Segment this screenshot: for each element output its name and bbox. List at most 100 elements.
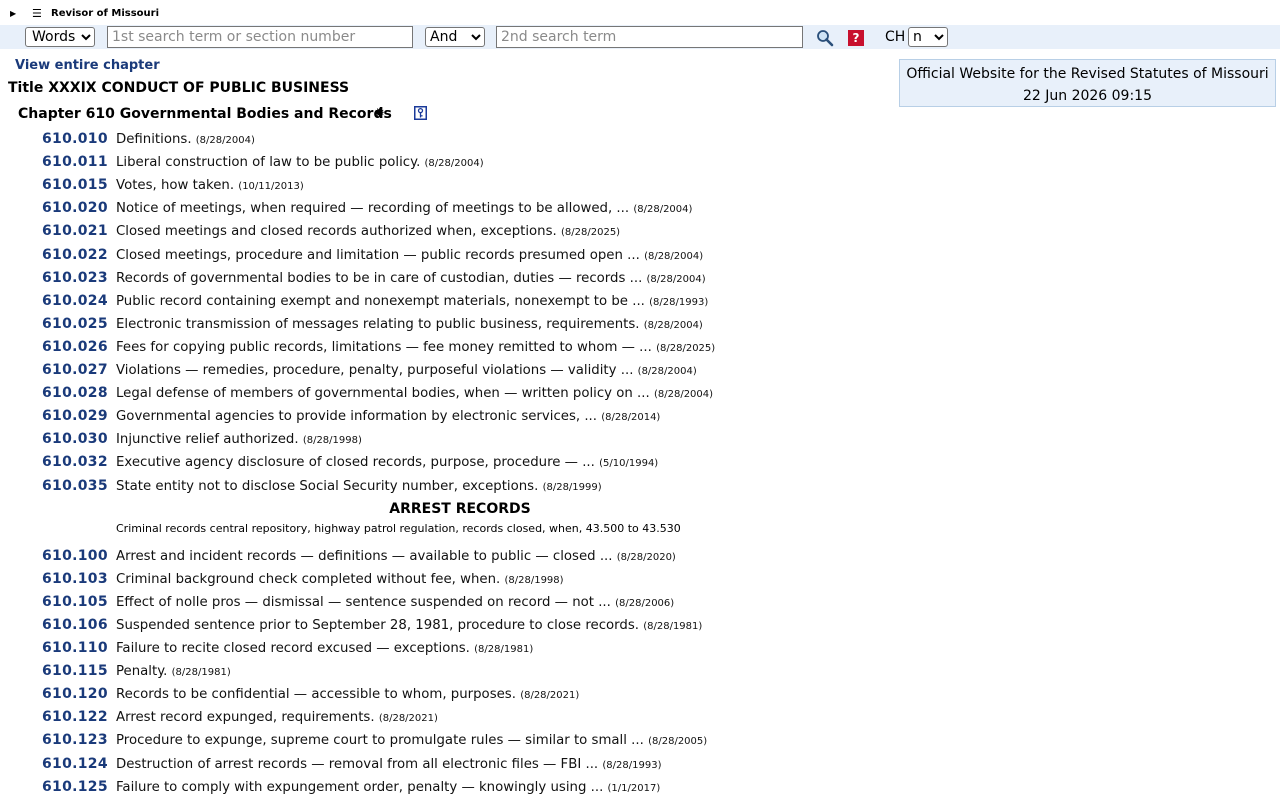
section-title: Arrest and incident records — definition…: [116, 548, 613, 564]
hamburger-menu-icon[interactable]: ☰: [32, 7, 42, 20]
notice-line: Official Website for the Revised Statute…: [906, 66, 1269, 82]
search-operator-select[interactable]: And: [425, 27, 485, 47]
arrest-records-note: Criminal records central repository, hig…: [116, 521, 681, 535]
section-effective-date: (8/28/2020): [616, 551, 676, 563]
section-title: Procedure to expunge, supreme court to p…: [116, 733, 644, 749]
section-effective-date: (8/28/2004): [633, 204, 693, 216]
section-title: Closed meetings and closed records autho…: [116, 224, 557, 240]
section-title: Arrest record expunged, requirements.: [116, 710, 375, 726]
section-title: Executive agency disclosure of closed re…: [116, 455, 595, 471]
section-number-link[interactable]: 610.120: [42, 686, 108, 702]
section-title: Destruction of arrest records — removal …: [116, 756, 599, 772]
view-entire-chapter-link[interactable]: View entire chapter: [15, 58, 160, 73]
section-row: 610.125 Failure to comply with expungemen…: [0, 778, 880, 801]
section-description: Votes, how taken. (10/11/2013): [116, 178, 304, 193]
section-effective-date: (8/28/1981): [474, 644, 534, 655]
section-effective-date: (8/28/1999): [542, 481, 602, 493]
section-title: Votes, how taken.: [116, 178, 235, 194]
section-title: Electronic transmission of messages rela…: [116, 316, 640, 332]
section-number-link[interactable]: 610.030: [42, 431, 108, 447]
section-number-link[interactable]: 610.106: [42, 617, 108, 633]
section-effective-date: (10/11/2013): [238, 181, 304, 193]
section-number-link[interactable]: 610.025: [42, 316, 108, 332]
title-heading: Title XXXIX CONDUCT OF PUBLIC BUSINESS: [8, 80, 350, 96]
section-number-link[interactable]: 610.110: [42, 640, 108, 656]
section-number-link[interactable]: 610.010: [42, 131, 108, 147]
section-number-link[interactable]: 610.035: [42, 478, 108, 494]
section-effective-date: (8/28/2004): [646, 273, 706, 285]
section-effective-date: (8/28/2004): [195, 135, 255, 146]
search-term-1-input[interactable]: [107, 26, 413, 48]
section-number-link[interactable]: 610.123: [42, 732, 108, 748]
section-description: Definitions. (8/28/2004): [116, 132, 255, 147]
section-effective-date: (8/28/2004): [637, 366, 697, 377]
section-title: Violations — remedies, procedure, penalt…: [116, 363, 634, 378]
section-effective-date: (8/28/2004): [644, 250, 704, 262]
section-effective-date: (8/28/2021): [520, 690, 580, 702]
section-description: Arrest and incident records — definition…: [116, 549, 676, 564]
search-icon[interactable]: [816, 29, 834, 47]
section-number-link[interactable]: 610.026: [42, 339, 108, 355]
chapter-select[interactable]: n: [908, 27, 948, 47]
section-row: 610.024 Public record containing exempt a…: [0, 292, 880, 315]
section-description: Records to be confidential — accessible …: [116, 687, 579, 702]
section-number-link[interactable]: 610.029: [42, 408, 108, 424]
section-title: Public record containing exempt and none…: [116, 293, 645, 309]
section-title: Injunctive relief authorized.: [116, 432, 299, 448]
section-number-link[interactable]: 610.015: [42, 177, 108, 193]
section-description: Executive agency disclosure of closed re…: [116, 455, 658, 470]
section-number-link[interactable]: 610.011: [42, 154, 108, 170]
help-icon[interactable]: ?: [848, 30, 864, 46]
section-description: Governmental agencies to provide informa…: [116, 409, 660, 424]
section-effective-date: (8/28/1981): [643, 620, 703, 632]
section-effective-date: (1/1/2017): [607, 782, 661, 794]
key-icon[interactable]: [414, 106, 427, 120]
section-number-link[interactable]: 610.100: [42, 548, 108, 564]
section-title: Effect of nolle pros — dismissal — sente…: [116, 594, 611, 610]
section-description: Legal defense of members of governmental…: [116, 386, 713, 401]
section-description: Liberal construction of law to be public…: [116, 155, 484, 170]
section-number-link[interactable]: 610.125: [42, 779, 108, 795]
notice-datetime: 22 Jun 2026 09:15: [1022, 88, 1152, 104]
search-mode-select[interactable]: Words: [25, 27, 95, 47]
section-title: State entity not to disclose Social Secu…: [116, 478, 539, 494]
section-number-link[interactable]: 610.124: [42, 756, 108, 772]
section-number-link[interactable]: 610.105: [42, 594, 108, 610]
search-term-2-input[interactable]: [496, 26, 803, 48]
section-number-link[interactable]: 610.024: [42, 293, 108, 309]
section-row: 610.029 Governmental agencies to provide …: [0, 407, 880, 430]
section-number-link[interactable]: 610.022: [42, 247, 108, 263]
section-number-link[interactable]: 610.028: [42, 385, 108, 401]
sun-icon[interactable]: ✹: [374, 106, 385, 121]
section-number-link[interactable]: 610.122: [42, 709, 108, 725]
section-number-link[interactable]: 610.020: [42, 200, 108, 216]
section-title: Notice of meetings, when required — reco…: [116, 201, 630, 217]
official-website-notice: Official Website for the Revised Statute…: [899, 59, 1276, 107]
chapter-label: CH: [885, 29, 906, 45]
section-title: Records to be confidential — accessible …: [116, 687, 516, 703]
section-number-link[interactable]: 610.027: [42, 362, 108, 378]
section-effective-date: (8/28/2014): [601, 412, 661, 424]
section-title: Definitions.: [116, 132, 192, 147]
section-row: 610.020 Notice of meetings, when required…: [0, 199, 880, 222]
section-row: 610.115 Penalty. (8/28/1981): [0, 662, 880, 685]
section-number-link[interactable]: 610.103: [42, 571, 108, 587]
expand-triangle-icon[interactable]: ▶: [10, 9, 16, 18]
site-brand[interactable]: Revisor of Missouri: [51, 8, 159, 19]
section-number-link[interactable]: 610.115: [42, 663, 108, 679]
section-description: Criminal background check completed with…: [116, 572, 564, 587]
arrest-records-heading: ARREST RECORDS: [389, 500, 531, 517]
section-number-link[interactable]: 610.032: [42, 454, 108, 470]
section-row: 610.030 Injunctive relief authorized. (8/…: [0, 430, 880, 453]
section-row: 610.015 Votes, how taken. (10/11/2013): [0, 176, 880, 199]
section-number-link[interactable]: 610.021: [42, 223, 108, 239]
section-title: Closed meetings, procedure and limitatio…: [116, 247, 640, 263]
section-effective-date: (8/28/2004): [643, 319, 703, 331]
section-description: Injunctive relief authorized. (8/28/1998…: [116, 432, 362, 447]
section-effective-date: (8/28/1998): [504, 574, 564, 586]
section-effective-date: (5/10/1994): [599, 458, 659, 470]
section-row: 610.023 Records of governmental bodies to…: [0, 269, 880, 292]
section-description: Procedure to expunge, supreme court to p…: [116, 733, 707, 748]
section-description: Suspended sentence prior to September 28…: [116, 618, 702, 633]
section-number-link[interactable]: 610.023: [42, 270, 108, 286]
